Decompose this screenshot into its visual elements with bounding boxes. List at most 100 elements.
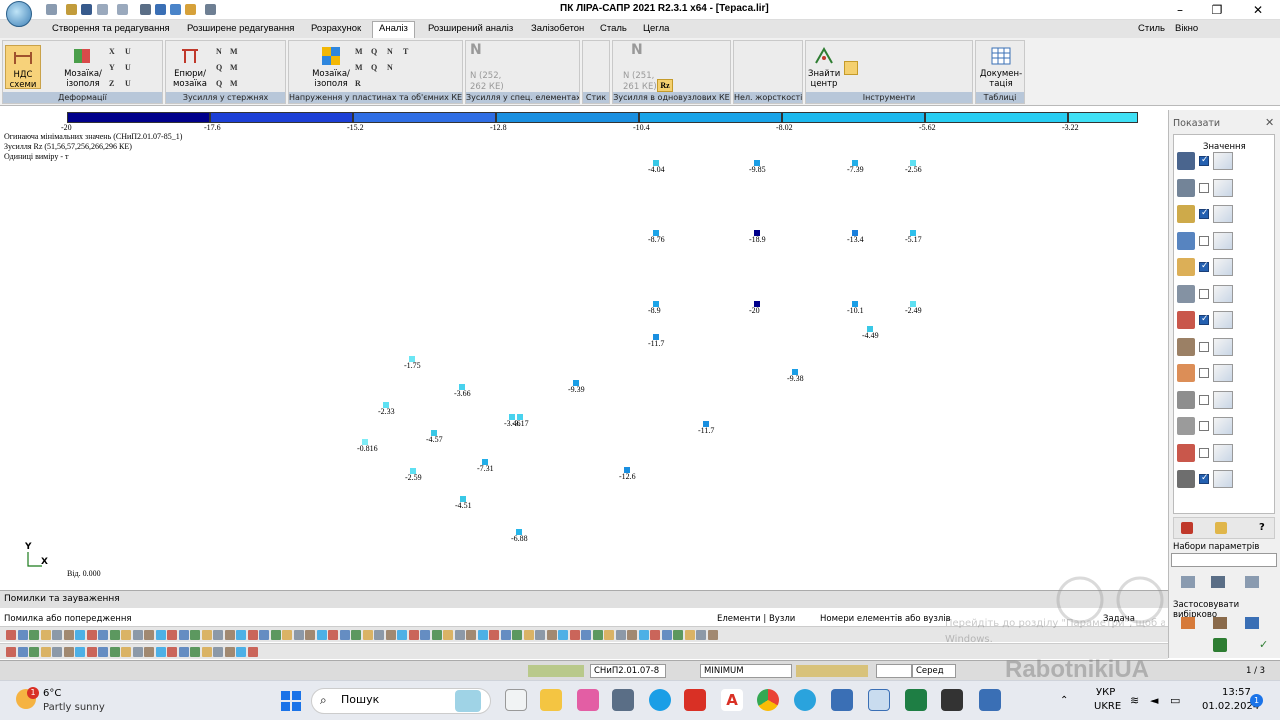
task-view-icon[interactable]	[505, 689, 527, 711]
my-stress-icon[interactable]: M	[355, 63, 364, 72]
toolbar-tool-icon[interactable]	[52, 647, 62, 657]
toolbar-tool-icon[interactable]	[40, 630, 51, 640]
show-option-checkbox[interactable]	[1199, 235, 1209, 246]
toolbar-tool-icon[interactable]	[477, 630, 488, 640]
toolbar-tool-icon[interactable]	[443, 630, 453, 640]
epures-button[interactable]: Епюри/мозаїка	[168, 45, 212, 89]
show-option-icon[interactable]	[1177, 364, 1195, 382]
uz-rotation-icon[interactable]: U	[125, 79, 134, 88]
r-stress-icon[interactable]: R	[355, 79, 364, 88]
value-select[interactable]	[876, 664, 912, 678]
apply-confirm-icon[interactable]	[1213, 638, 1227, 652]
toolbar-tool-icon[interactable]	[489, 630, 499, 640]
toolbar-tool-icon[interactable]	[546, 630, 557, 640]
toolbar-tool-icon[interactable]	[247, 630, 258, 640]
help-icon[interactable]: ?	[1259, 522, 1265, 533]
toolbar-tool-icon[interactable]	[512, 630, 522, 640]
col-elements-nodes[interactable]: Елементи | Вузли	[717, 614, 795, 624]
show-option-checkbox[interactable]	[1199, 394, 1209, 405]
y-displacement-icon[interactable]: Y	[109, 63, 118, 72]
errors-header[interactable]: Помилки та зауваження	[0, 590, 1168, 608]
toolbar-tool-icon[interactable]	[684, 630, 695, 640]
tool-icon[interactable]	[185, 4, 196, 15]
show-option-checkbox[interactable]	[1199, 421, 1209, 431]
tab-reinforced-concrete[interactable]: Залізобетон	[525, 22, 590, 35]
mk-moment-icon[interactable]: M	[230, 47, 239, 56]
toolbar-tool-icon[interactable]	[109, 630, 120, 640]
deform-mosaic-button[interactable]: Мозаїка/ізополя	[61, 45, 105, 89]
z-displacement-icon[interactable]: Z	[109, 79, 118, 88]
toolbar-tool-icon[interactable]	[282, 630, 292, 640]
file-explorer-icon[interactable]	[540, 689, 562, 711]
toolbar-tool-icon[interactable]	[17, 647, 28, 657]
col-numbers[interactable]: Номери елементів або вузлів	[820, 614, 951, 624]
toolbar-tool-icon[interactable]	[466, 630, 476, 640]
acrobat-icon[interactable]: A	[721, 689, 743, 711]
pencil-icon[interactable]	[1215, 522, 1227, 534]
toolbar-tool-icon[interactable]	[121, 630, 131, 640]
new-file-icon[interactable]	[46, 4, 57, 15]
toolbar-tool-icon[interactable]	[178, 647, 189, 657]
show-option-checkbox[interactable]	[1199, 447, 1209, 458]
qy-force-icon[interactable]: Q	[216, 63, 225, 72]
toolbar-tool-icon[interactable]	[397, 630, 407, 640]
toolbar-tool-icon[interactable]	[592, 630, 603, 640]
toolbar-tool-icon[interactable]	[63, 630, 74, 640]
qy-stress-icon[interactable]: Q	[371, 63, 380, 72]
ny-stress-icon[interactable]: N	[387, 63, 396, 72]
menu-style[interactable]: Стиль	[1132, 22, 1171, 35]
toolbar-tool-icon[interactable]	[236, 647, 246, 657]
save-icon[interactable]	[81, 4, 92, 15]
model-canvas[interactable]	[0, 106, 1168, 588]
toolbar-tool-icon[interactable]	[63, 647, 74, 657]
toolbar-tool-icon[interactable]	[224, 647, 235, 657]
toolbar-tool-icon[interactable]	[98, 647, 108, 657]
toolbar-tool-icon[interactable]	[339, 630, 350, 640]
toolbar-tool-icon[interactable]	[247, 647, 258, 657]
n-force-icon[interactable]: N	[216, 47, 225, 56]
mz-moment-icon[interactable]: M	[230, 79, 239, 88]
toolbar-tool-icon[interactable]	[144, 630, 154, 640]
toolbar-tool-icon[interactable]	[661, 630, 672, 640]
open-file-icon[interactable]	[66, 4, 77, 15]
toolbar-tool-icon[interactable]	[581, 630, 591, 640]
tab-steel[interactable]: Сталь	[594, 22, 633, 35]
col-error[interactable]: Помилка або попередження	[4, 614, 132, 624]
toolbar-tool-icon[interactable]	[40, 647, 51, 657]
toolbar-tool-icon[interactable]	[362, 630, 373, 640]
show-option-icon[interactable]	[1177, 205, 1195, 223]
ux-rotation-icon[interactable]: U	[125, 47, 134, 56]
avg-select[interactable]: Серед	[912, 664, 956, 678]
paste-icon[interactable]	[205, 4, 216, 15]
toolbar-tool-icon[interactable]	[696, 630, 706, 640]
toolbar-tool-icon[interactable]	[627, 630, 637, 640]
show-option-checkbox[interactable]	[1199, 473, 1209, 484]
toolbar-tool-icon[interactable]	[201, 647, 212, 657]
show-option-icon[interactable]	[1177, 258, 1195, 276]
params-action-icon-2[interactable]	[1211, 576, 1225, 588]
toolbar-tool-icon[interactable]	[328, 630, 338, 640]
app-icon-2[interactable]	[979, 689, 1001, 711]
toolbar-tool-icon[interactable]	[454, 630, 465, 640]
toolbar-tool-icon[interactable]	[293, 630, 304, 640]
toolbar-tool-icon[interactable]	[178, 630, 189, 640]
battery-icon[interactable]: ▭	[1170, 694, 1180, 707]
app-icon-1[interactable]	[831, 689, 853, 711]
toolbar-tool-icon[interactable]	[132, 630, 143, 640]
chrome-icon[interactable]	[757, 689, 779, 711]
toolbar-tool-icon[interactable]	[604, 630, 614, 640]
plate-mosaic-button[interactable]: Мозаїка/ізополя	[309, 45, 353, 89]
params-select[interactable]	[1171, 553, 1277, 567]
toolbar-tool-icon[interactable]	[190, 630, 200, 640]
qz-force-icon[interactable]: Q	[216, 79, 225, 88]
volume-icon[interactable]: ◄	[1150, 694, 1158, 707]
tab-create-edit[interactable]: Створення та редагування	[46, 22, 176, 35]
toolbar-tool-icon[interactable]	[144, 647, 154, 657]
show-option-checkbox[interactable]	[1199, 288, 1209, 299]
store-icon[interactable]	[577, 689, 599, 711]
toolbar-tool-icon[interactable]	[431, 630, 442, 640]
qx-stress-icon[interactable]: Q	[371, 47, 380, 56]
toolbar-tool-icon[interactable]	[259, 630, 269, 640]
toolbar-tool-icon[interactable]	[408, 630, 419, 640]
show-option-icon[interactable]	[1177, 470, 1195, 488]
